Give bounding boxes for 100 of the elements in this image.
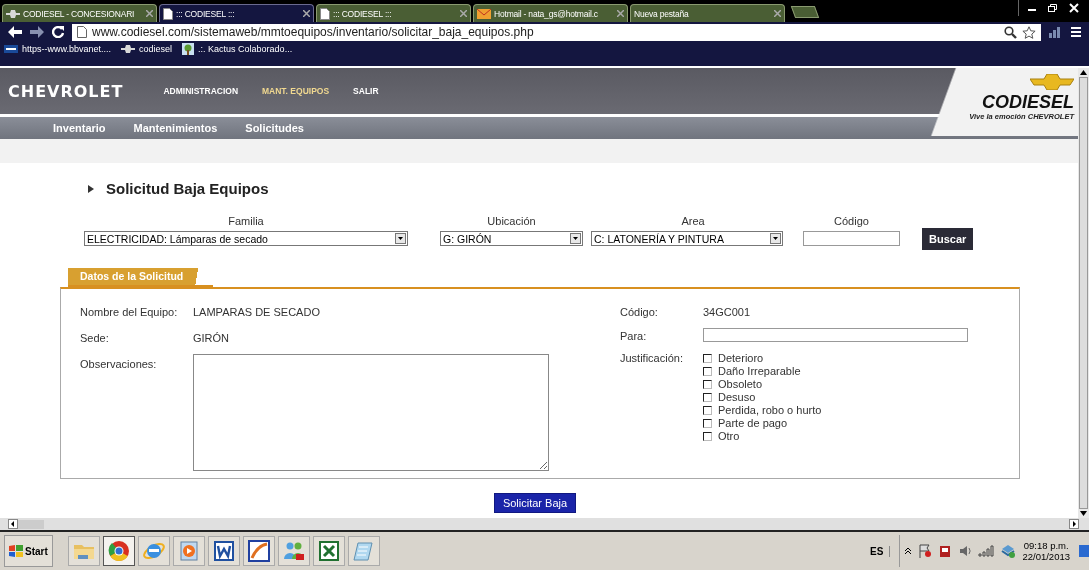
- browser-tab[interactable]: ::: CODIESEL :::: [159, 4, 314, 22]
- tab-title: CODIESEL - CONCESIONARI: [23, 8, 136, 19]
- clock-time[interactable]: 09:18 p.m.: [1023, 540, 1069, 551]
- scroll-thumb[interactable]: [1079, 77, 1088, 509]
- caret-icon[interactable]: [570, 233, 581, 244]
- tab-title: Hotmail - nata_gs@hotmail.c: [494, 8, 599, 19]
- up-arrow-icon: [1080, 70, 1087, 75]
- dropdown[interactable]: ELECTRICIDAD: Lámparas de secado: [84, 231, 408, 246]
- tab-title: Nueva pestaña: [634, 8, 690, 19]
- field-label: Nombre del Equipo:: [80, 306, 179, 318]
- checkbox-label: Otro: [718, 430, 740, 442]
- nav-link[interactable]: Inventario: [53, 122, 106, 134]
- signal-bars-icon[interactable]: [1049, 26, 1063, 38]
- menu-link[interactable]: MANT. EQUIPOS: [262, 86, 330, 96]
- menu-link[interactable]: SALIR: [353, 86, 379, 96]
- browser-tab[interactable]: Hotmail - nata_gs@hotmail.c: [473, 4, 628, 22]
- field-label: Observaciones:: [80, 358, 158, 370]
- flag-icon[interactable]: [918, 544, 933, 558]
- taskbar-app[interactable]: [102, 536, 135, 566]
- notepad-icon: [351, 539, 376, 563]
- nav-link[interactable]: Solicitudes: [245, 122, 304, 134]
- down-arrow-icon: [1080, 511, 1087, 516]
- bank-logo-icon: [4, 45, 18, 53]
- checkbox[interactable]: [703, 418, 712, 428]
- browser-tab[interactable]: CODIESEL - CONCESIONARI: [2, 4, 157, 22]
- caret-icon[interactable]: [770, 233, 781, 244]
- checkbox[interactable]: [703, 366, 712, 376]
- taskbar-app[interactable]: [242, 536, 275, 566]
- pen-stroke-icon: [246, 539, 271, 563]
- field-value: GIRÓN: [193, 332, 230, 344]
- document-w-icon: [211, 539, 236, 563]
- checkbox-label: Deterioro: [718, 352, 764, 364]
- forward-arrow-icon[interactable]: [30, 26, 44, 38]
- browser-tab[interactable]: Nueva pestaña: [630, 4, 785, 22]
- address-bar[interactable]: www.codiesel.com/sistemaweb/mmtoequipos/inventario/solicitar_baja_equipos.php: [72, 23, 1041, 41]
- bookmark-link[interactable]: .:. Kactus Colaborado...: [182, 42, 293, 56]
- dropdown[interactable]: C: LATONERÍA Y PINTURA: [591, 231, 783, 246]
- caret-icon[interactable]: [395, 233, 406, 244]
- page-icon: [77, 26, 87, 38]
- bookmark-link[interactable]: codiesel: [121, 42, 173, 56]
- page-title: Solicitud Baja Equipos: [106, 180, 269, 197]
- taskbar-app[interactable]: [207, 536, 240, 566]
- signal-icon[interactable]: [978, 545, 995, 557]
- field-label: Código:: [620, 306, 659, 318]
- star-icon[interactable]: [1022, 25, 1036, 39]
- speaker-icon[interactable]: [958, 544, 973, 558]
- url-text: www.codiesel.com/sistemaweb/mmtoequipos/inventario/solicitar_baja_equipos.php: [92, 25, 534, 39]
- device-icon[interactable]: [938, 544, 953, 558]
- filter-label: Area: [681, 215, 705, 227]
- windows-flag-icon: [9, 545, 23, 557]
- bowtie-emblem-icon: [1030, 74, 1074, 90]
- triangle-bullet-icon: [88, 184, 94, 193]
- search-button[interactable]: Buscar: [922, 228, 974, 250]
- field-label: Sede:: [80, 332, 110, 344]
- back-arrow-icon[interactable]: [8, 26, 22, 38]
- chevron-icon: [121, 45, 136, 53]
- nav-link[interactable]: Mantenimientos: [133, 122, 218, 134]
- input-field[interactable]: [703, 328, 968, 342]
- dropdown[interactable]: G: GIRÓN: [440, 231, 583, 246]
- taskbar-app[interactable]: [277, 536, 310, 566]
- page-icon: [320, 7, 330, 20]
- checkbox[interactable]: [703, 379, 712, 389]
- scroll-thumb[interactable]: [18, 519, 44, 529]
- tab-title: ::: CODIESEL :::: [333, 8, 393, 19]
- checkbox-label: Parte de pago: [718, 417, 788, 429]
- brand-name: CHEVROLET: [7, 81, 124, 101]
- menu-icon[interactable]: [1071, 26, 1081, 38]
- filter-label: Ubicación: [487, 215, 536, 227]
- reload-icon[interactable]: [52, 26, 64, 38]
- horizontal-scrollbar[interactable]: [0, 518, 1089, 532]
- clock-date[interactable]: 22/01/2013: [1022, 551, 1070, 562]
- checkbox-label: Desuso: [718, 391, 756, 403]
- menu-link[interactable]: ADMINISTRACION: [163, 86, 238, 96]
- checkbox[interactable]: [703, 392, 712, 402]
- language-indicator[interactable]: ES: [870, 545, 891, 557]
- page-icon: [163, 7, 173, 20]
- field-value: 34GC001: [703, 306, 751, 318]
- filter-label: Código: [834, 215, 869, 227]
- start-button[interactable]: Start: [4, 535, 53, 567]
- chevron-up-icon[interactable]: [904, 547, 913, 555]
- browser-tab[interactable]: ::: CODIESEL :::: [316, 4, 471, 22]
- taskbar-app[interactable]: [312, 536, 345, 566]
- chrome-icon: [106, 539, 131, 563]
- checkbox-label: Perdida, robo o hurto: [718, 404, 822, 416]
- checkbox[interactable]: [703, 431, 712, 441]
- tab-title: ::: CODIESEL :::: [176, 8, 236, 19]
- spreadsheet-x-icon: [316, 539, 341, 563]
- bookmark-link[interactable]: https--www.bbvanet....: [4, 42, 112, 56]
- checkbox[interactable]: [703, 353, 712, 363]
- field-value: LAMPARAS DE SECADO: [193, 306, 320, 318]
- checkbox[interactable]: [703, 405, 712, 415]
- submit-button[interactable]: Solicitar Baja: [493, 493, 577, 513]
- network-icon[interactable]: [1000, 544, 1017, 558]
- zoom-icon[interactable]: [1004, 25, 1017, 39]
- close-icon[interactable]: [303, 10, 310, 17]
- vertical-scrollbar[interactable]: [1078, 68, 1089, 518]
- logo-text: CODIESEL: [982, 92, 1074, 112]
- new-tab-button[interactable]: [790, 6, 820, 18]
- text-area[interactable]: [193, 354, 549, 471]
- input-field[interactable]: [803, 231, 900, 246]
